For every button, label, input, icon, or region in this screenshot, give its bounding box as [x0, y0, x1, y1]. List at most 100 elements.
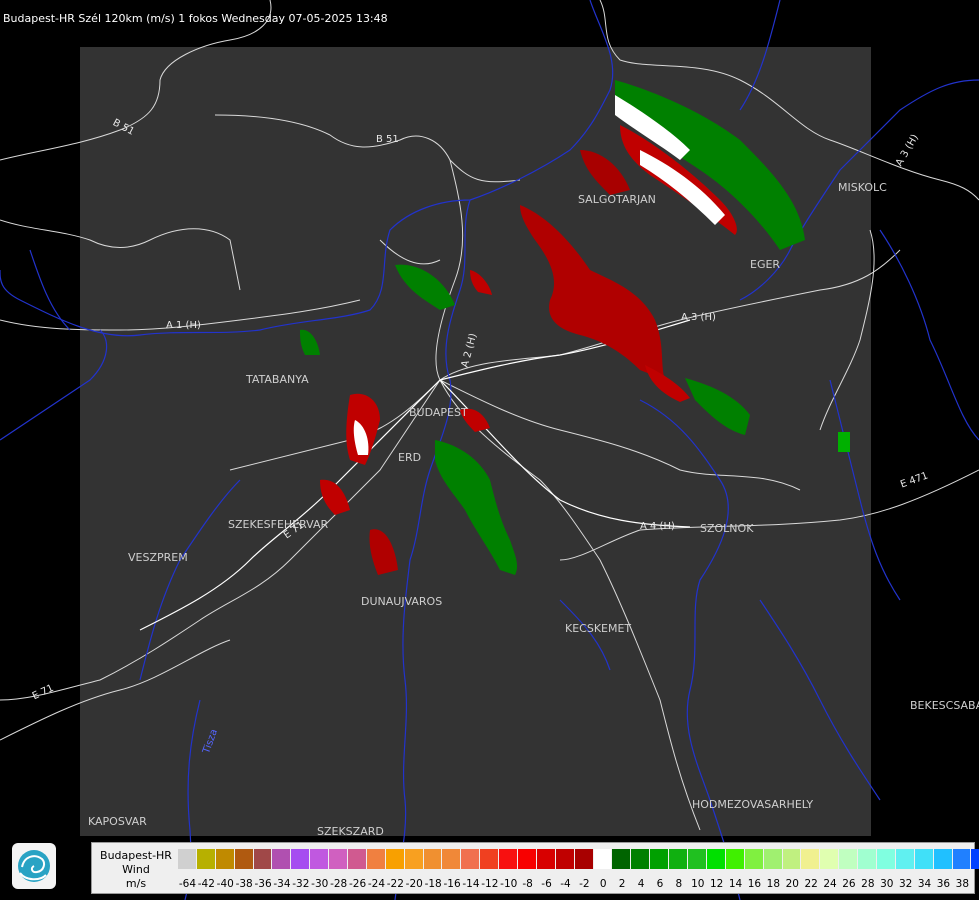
legend-tick-label: -28: [330, 878, 348, 890]
legend-swatch: [178, 849, 197, 869]
legend-tick-label: -16: [443, 878, 461, 890]
city-label-veszprem: VESZPREM: [128, 551, 188, 564]
legend-swatch: [631, 849, 651, 869]
legend-swatch: [574, 849, 594, 869]
legend-swatch: [461, 849, 481, 869]
legend-tick-label: 14: [728, 878, 743, 890]
radar-map: [0, 0, 979, 900]
legend-tick-label: 32: [898, 878, 913, 890]
legend-swatch: [253, 849, 273, 869]
wind-legend: Budapest-HR Wind m/s -64 -42 -40 -38 -36 -34-…: [91, 842, 979, 894]
legend-swatch: [858, 849, 877, 869]
radar-title: Budapest-HR Szél 120km (m/s) 1 fokos Wed…: [3, 12, 388, 25]
legend-swatch: [669, 849, 689, 869]
legend-tick-label: -2: [579, 878, 590, 890]
legend-tick-label: -12: [481, 878, 499, 890]
legend-tick-label: -38: [235, 878, 253, 890]
legend-swatch: [593, 849, 613, 869]
legend-tick-label: -4: [560, 878, 571, 890]
legend-swatch: [801, 849, 821, 869]
legend-swatch: [385, 849, 405, 869]
legend-swatch: [404, 849, 424, 869]
legend-swatch: [706, 849, 726, 869]
city-label-tatabanya: TATABANYA: [246, 373, 309, 386]
legend-swatch: [952, 849, 972, 869]
legend-tick-label: -32: [292, 878, 310, 890]
legend-swatch: [725, 849, 745, 869]
legend-swatch: [839, 849, 859, 869]
legend-swatch: [272, 849, 292, 869]
legend-color-scale: [178, 849, 979, 869]
legend-swatch: [555, 849, 575, 869]
legend-swatch: [744, 849, 764, 869]
legend-swatch: [234, 849, 254, 869]
legend-tick-label: 18: [766, 878, 781, 890]
legend-tick-label: 2: [618, 878, 626, 890]
legend-swatch: [196, 849, 216, 869]
legend-swatch: [423, 849, 443, 869]
legend-swatch: [310, 849, 330, 869]
legend-tick-label: 20: [785, 878, 799, 890]
legend-tick-label: 28: [861, 878, 875, 890]
road-label-b51-east: B 51: [376, 134, 399, 145]
legend-tick-label: 38: [955, 878, 970, 890]
city-label-szolnok: SZOLNOK: [700, 522, 754, 535]
legend-swatch: [518, 849, 537, 869]
city-label-szekszard: SZEKSZARD: [317, 825, 384, 838]
omsz-logo: [12, 843, 56, 889]
legend-tick-label: -36: [254, 878, 272, 890]
legend-swatch: [348, 849, 367, 869]
city-label-kaposvar: KAPOSVAR: [88, 815, 147, 828]
legend-tick-label: 0: [599, 878, 607, 890]
legend-tick-label: -18: [424, 878, 442, 890]
legend-tick-label: -64: [178, 878, 197, 890]
legend-tick-label: -30: [311, 878, 329, 890]
legend-tick-label: 12: [709, 878, 724, 890]
legend-swatch: [650, 849, 670, 869]
legend-swatch: [215, 849, 235, 869]
legend-tick-label: 22: [804, 878, 818, 890]
legend-swatch: [499, 849, 519, 869]
legend-swatch: [914, 849, 934, 869]
legend-tick-label: 6: [656, 878, 664, 890]
legend-tick-label: -10: [500, 878, 518, 890]
road-label-a1: A 1 (H): [166, 320, 201, 331]
legend-title: Budapest-HR Wind m/s: [92, 849, 180, 891]
city-label-salgotarjan: SALGOTARJAN: [578, 193, 656, 206]
legend-swatch: [895, 849, 915, 869]
city-label-miskolc: MISKOLC: [838, 181, 887, 194]
legend-tick-labels: -64 -42 -40 -38 -36 -34 -32 -30 -28 -26 -24 -22 -20-…: [178, 878, 979, 890]
legend-swatch: [366, 849, 386, 869]
city-label-szekesfehervar: SZEKESFEHERVAR: [228, 518, 329, 531]
city-label-hodmezovasarhely: HODMEZOVASARHELY: [692, 798, 814, 811]
legend-unit: m/s: [125, 877, 147, 890]
legend-swatch: [971, 849, 979, 869]
legend-tick-label: -24: [367, 878, 386, 890]
legend-swatch: [763, 849, 783, 869]
legend-swatch: [933, 849, 953, 869]
city-label-bekescsaba: BEKESCSABA: [910, 699, 979, 712]
legend-tick-label: -40: [216, 878, 234, 890]
legend-tick-label: 10: [691, 878, 705, 890]
legend-tick-label: -22: [386, 878, 404, 890]
city-label-eger: EGER: [750, 258, 781, 271]
legend-swatch: [612, 849, 632, 869]
legend-station: Budapest-HR: [100, 849, 172, 862]
legend-tick-label: -8: [522, 878, 533, 890]
city-label-erd: ERD: [398, 451, 422, 464]
road-label-a3: A 3 (H): [681, 312, 716, 323]
legend-tick-label: -42: [197, 878, 215, 890]
legend-tick-label: 36: [936, 878, 951, 890]
legend-tick-label: -20: [405, 878, 423, 890]
legend-tick-label: 40: [974, 878, 979, 890]
legend-quantity: Wind: [122, 863, 150, 876]
legend-swatch: [536, 849, 556, 869]
legend-swatch: [480, 849, 500, 869]
legend-tick-label: 24: [823, 878, 837, 890]
legend-swatch: [820, 849, 840, 869]
legend-tick-label: 4: [637, 878, 645, 890]
legend-tick-label: 26: [842, 878, 856, 890]
legend-tick-label: 30: [880, 878, 894, 890]
legend-swatch: [329, 849, 349, 869]
legend-tick-label: 8: [675, 878, 683, 890]
